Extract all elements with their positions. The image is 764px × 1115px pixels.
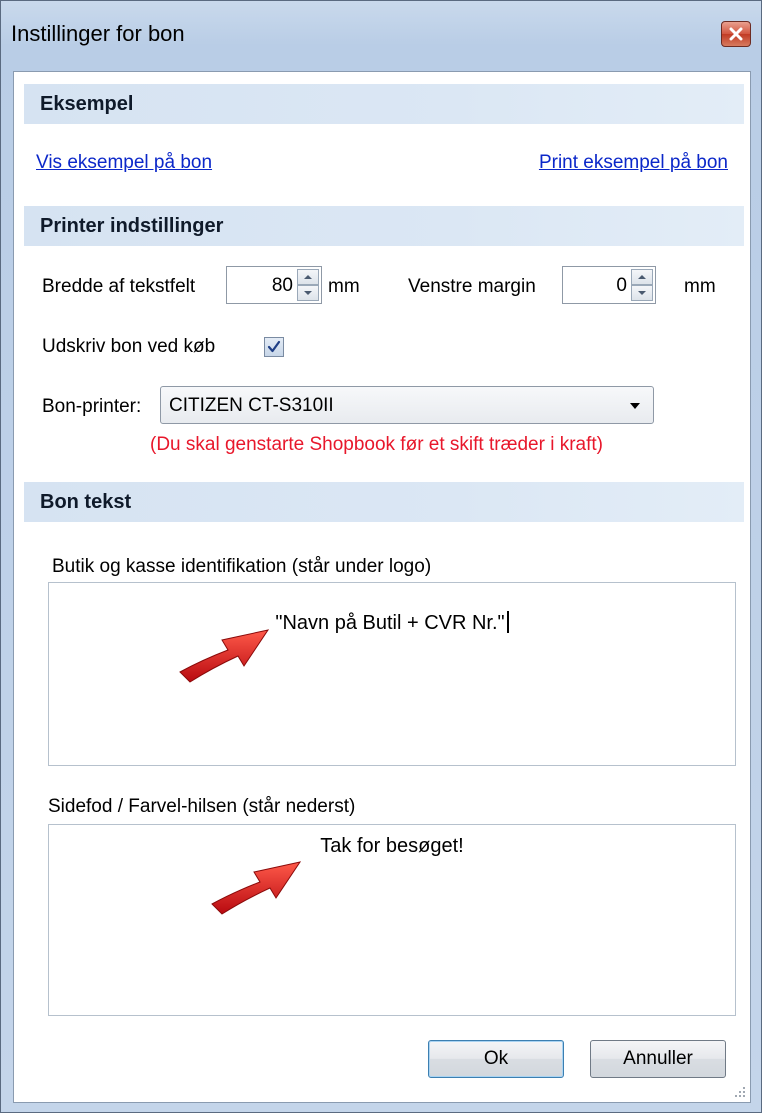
shop-id-text: "Navn på Butil + CVR Nr." xyxy=(49,611,735,635)
width-increment-button[interactable] xyxy=(297,269,319,285)
width-decrement-button[interactable] xyxy=(297,285,319,301)
printer-label: Bon-printer: xyxy=(42,396,142,417)
chevron-up-icon xyxy=(304,275,312,279)
width-label: Bredde af tekstfelt xyxy=(42,276,196,297)
width-unit: mm xyxy=(328,276,360,297)
ok-button[interactable]: Ok xyxy=(428,1040,564,1078)
checkmark-icon xyxy=(267,340,281,353)
shop-id-textarea[interactable]: "Navn på Butil + CVR Nr." xyxy=(48,582,736,766)
print-on-purchase-checkbox[interactable] xyxy=(264,337,284,357)
width-spinbox[interactable]: 80 xyxy=(226,266,322,304)
margin-decrement-button[interactable] xyxy=(631,285,653,301)
shop-id-label: Butik og kasse identifikation (står unde… xyxy=(52,556,432,577)
printer-selected-value: CITIZEN CT-S310II xyxy=(169,395,334,416)
chevron-down-icon xyxy=(304,291,312,295)
margin-label: Venstre margin xyxy=(408,276,536,297)
footer-textarea[interactable]: Tak for besøget! xyxy=(48,824,736,1016)
window-title: Instillinger for bon xyxy=(11,21,185,46)
printer-select[interactable]: CITIZEN CT-S310II xyxy=(160,386,654,424)
section-header-eksempel: Eksempel xyxy=(24,84,744,124)
footer-label: Sidefod / Farvel-hilsen (står nederst) xyxy=(48,796,356,817)
close-icon xyxy=(729,27,743,41)
margin-value: 0 xyxy=(616,275,627,296)
restart-warning: (Du skal genstarte Shopbook før et skift… xyxy=(150,434,604,455)
red-arrow-icon xyxy=(211,861,302,915)
settings-dialog: Instillinger for bon Eksempel Vis eksemp… xyxy=(0,0,762,1113)
close-button[interactable] xyxy=(721,21,751,47)
title-bar[interactable]: Instillinger for bon xyxy=(1,1,761,71)
print-example-link[interactable]: Print eksempel på bon xyxy=(539,152,728,174)
margin-spinbox[interactable]: 0 xyxy=(562,266,656,304)
dialog-content: Eksempel Vis eksempel på bon Print eksem… xyxy=(13,71,751,1103)
print-on-purchase-label: Udskriv bon ved køb xyxy=(42,336,216,357)
footer-text: Tak for besøget! xyxy=(320,835,464,857)
text-caret xyxy=(506,611,509,633)
chevron-up-icon xyxy=(638,275,646,279)
chevron-down-icon xyxy=(638,291,646,295)
margin-increment-button[interactable] xyxy=(631,269,653,285)
dropdown-arrow-icon xyxy=(630,403,640,409)
red-arrow-icon xyxy=(179,629,270,683)
resize-grip-icon[interactable] xyxy=(732,1084,746,1098)
section-header-printer: Printer indstillinger xyxy=(24,206,744,246)
width-value: 80 xyxy=(271,275,293,296)
margin-unit: mm xyxy=(684,276,716,297)
section-header-bon-tekst: Bon tekst xyxy=(24,482,744,522)
show-example-link[interactable]: Vis eksempel på bon xyxy=(36,152,212,174)
cancel-button[interactable]: Annuller xyxy=(590,1040,726,1078)
width-spin-buttons xyxy=(297,269,319,301)
margin-spin-buttons xyxy=(631,269,653,301)
